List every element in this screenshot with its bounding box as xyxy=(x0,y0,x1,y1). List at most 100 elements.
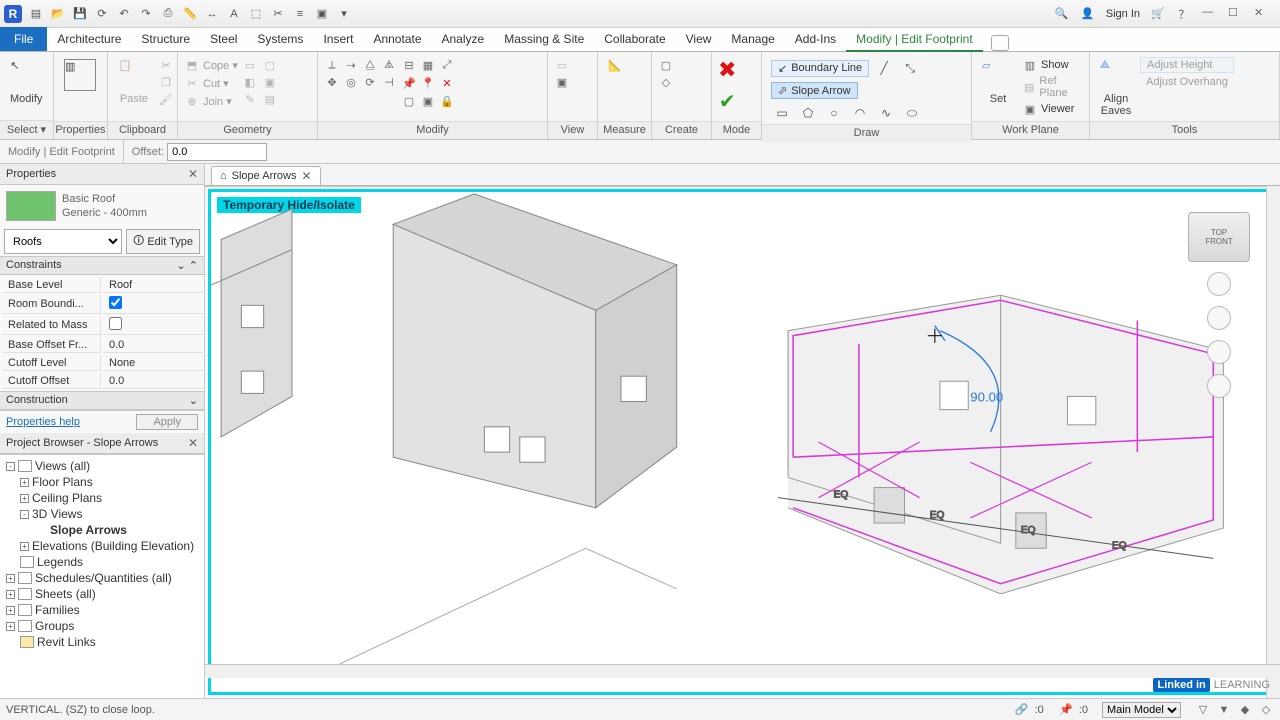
split-icon[interactable]: ⊟ xyxy=(401,57,417,73)
expand-icon[interactable]: - xyxy=(6,462,15,471)
align-eaves-button[interactable]: ⟁Align Eaves xyxy=(1096,57,1136,119)
properties-title-bar[interactable]: Properties ✕ xyxy=(0,164,204,185)
circle-tool-icon[interactable]: ○ xyxy=(823,103,845,123)
redo-icon[interactable]: ↷ xyxy=(138,6,154,22)
move-icon[interactable]: ✥ xyxy=(324,74,340,90)
tab-massing[interactable]: Massing & Site xyxy=(494,27,594,51)
offset-icon[interactable]: ⇢ xyxy=(343,57,359,73)
maximize-icon[interactable]: ☐ xyxy=(1228,6,1244,22)
measure-button[interactable]: 📐 xyxy=(604,57,644,93)
browser-close-icon[interactable]: ✕ xyxy=(188,436,198,450)
delete-icon[interactable]: ✕ xyxy=(439,75,455,91)
measure-icon[interactable]: 📏 xyxy=(182,6,198,22)
tab-systems[interactable]: Systems xyxy=(247,27,313,51)
table-row[interactable]: Cutoff LevelNone xyxy=(2,355,202,371)
align-icon[interactable]: ⟂ xyxy=(324,57,340,73)
trim-icon[interactable]: ⊣ xyxy=(381,74,397,90)
vertical-scrollbar[interactable] xyxy=(1266,186,1280,698)
tree-item[interactable]: +Families xyxy=(2,602,202,618)
related-mass-check[interactable] xyxy=(109,317,122,330)
poly-tool-icon[interactable]: ⬠ xyxy=(797,103,819,123)
construction-group[interactable]: Construction⌄ xyxy=(0,391,204,410)
tree-item[interactable]: +Schedules/Quantities (all) xyxy=(2,570,202,586)
tab-annotate[interactable]: Annotate xyxy=(363,27,431,51)
sync-icon[interactable]: ⟳ xyxy=(94,6,110,22)
array-icon[interactable]: ▦ xyxy=(420,57,436,73)
dim-icon[interactable]: ↔ xyxy=(204,6,220,22)
create1-icon[interactable]: ▢ xyxy=(658,57,674,73)
app-store-icon[interactable]: 🛒 xyxy=(1150,6,1166,22)
rotate-icon[interactable]: ⟳ xyxy=(362,74,378,90)
section-icon[interactable]: ✂ xyxy=(270,6,286,22)
viewer-button[interactable]: ▣Viewer xyxy=(1022,101,1083,117)
expand-icon[interactable]: + xyxy=(20,478,29,487)
expand-icon[interactable]: + xyxy=(20,542,29,551)
orbit-icon[interactable] xyxy=(1207,374,1231,398)
lock-icon[interactable]: 🔒 xyxy=(439,93,455,109)
expand-icon[interactable]: + xyxy=(6,622,15,631)
copy-icon[interactable]: ◎ xyxy=(343,74,359,90)
save-icon[interactable]: 💾 xyxy=(72,6,88,22)
steering-wheel-icon[interactable] xyxy=(1207,272,1231,296)
pick-lines-icon[interactable]: ⤡ xyxy=(899,58,921,78)
print-icon[interactable]: ⎙ xyxy=(160,6,176,22)
arc-tool-icon[interactable]: ◠ xyxy=(849,103,871,123)
tab-architecture[interactable]: Architecture xyxy=(47,27,131,51)
select-pin-icon[interactable]: 📌 xyxy=(1058,702,1074,718)
expand-icon[interactable]: + xyxy=(6,590,15,599)
finish-mode-icon[interactable]: ✔ xyxy=(719,89,736,114)
view-tab-slope-arrows[interactable]: ⌂ Slope Arrows ✕ xyxy=(211,166,321,185)
apply-button[interactable]: Apply xyxy=(136,414,198,430)
close-icon[interactable]: ✕ xyxy=(1254,6,1270,22)
tab-insert[interactable]: Insert xyxy=(313,27,363,51)
tab-analyze[interactable]: Analyze xyxy=(432,27,495,51)
unpin-icon[interactable]: 📍 xyxy=(420,75,436,91)
doc-icon[interactable]: ▤ xyxy=(28,6,44,22)
file-tab[interactable]: File xyxy=(0,27,47,51)
text-icon[interactable]: A xyxy=(226,6,242,22)
3d-icon[interactable]: ⬚ xyxy=(248,6,264,22)
modify-tool[interactable]: ↖Modify xyxy=(6,57,46,107)
tree-item[interactable]: -Views (all) xyxy=(2,458,202,474)
main-model-dropdown[interactable]: Main Model xyxy=(1102,702,1181,718)
search-icon[interactable]: 🔍 xyxy=(1054,6,1070,22)
switch-window-icon[interactable]: ▾ xyxy=(336,6,352,22)
expand-icon[interactable]: + xyxy=(6,574,15,583)
tree-item[interactable]: Slope Arrows xyxy=(2,522,202,538)
ellipse-tool-icon[interactable]: ⬭ xyxy=(901,103,923,123)
tree-item[interactable]: +Sheets (all) xyxy=(2,586,202,602)
offset-input[interactable] xyxy=(167,143,267,161)
tree-item[interactable]: Revit Links xyxy=(2,634,202,650)
user-icon[interactable]: 👤 xyxy=(1080,6,1096,22)
room-bounding-check[interactable] xyxy=(109,296,122,309)
tree-item[interactable]: +Elevations (Building Elevation) xyxy=(2,538,202,554)
thin-lines-icon[interactable]: ≡ xyxy=(292,6,308,22)
boundary-line-button[interactable]: ↙Boundary Line xyxy=(771,60,869,77)
horizontal-scrollbar[interactable] xyxy=(205,664,1280,678)
filter-icon[interactable]: ▽ xyxy=(1195,702,1211,718)
filter4-icon[interactable]: ◇ xyxy=(1258,702,1274,718)
ribbon-state-icon[interactable] xyxy=(991,35,1009,51)
open-icon[interactable]: 📂 xyxy=(50,6,66,22)
edit-type-button[interactable]: 🛈Edit Type xyxy=(126,229,200,254)
project-browser[interactable]: -Views (all)+Floor Plans+Ceiling Plans-3… xyxy=(0,454,204,698)
drawing-canvas[interactable]: 90.00 EQ EQ EQ EQ xyxy=(211,192,1274,692)
help-icon[interactable]: ？ xyxy=(1176,6,1192,22)
close-hidden-icon[interactable]: ▣ xyxy=(314,6,330,22)
set-workplane-button[interactable]: ▱Set xyxy=(978,57,1018,107)
line-tool-icon[interactable]: ╱ xyxy=(873,58,895,78)
create2-icon[interactable]: ◇ xyxy=(658,74,674,90)
filter3-icon[interactable]: ◆ xyxy=(1237,702,1253,718)
pin-icon[interactable]: 📌 xyxy=(401,75,417,91)
properties-close-icon[interactable]: ✕ xyxy=(188,167,198,181)
slope-arrow-button[interactable]: ⬀Slope Arrow xyxy=(771,82,858,99)
expand-icon[interactable]: - xyxy=(20,510,29,519)
tab-modify-edit-footprint[interactable]: Modify | Edit Footprint xyxy=(846,27,983,51)
table-row[interactable]: Base Offset Fr...0.0 xyxy=(2,337,202,353)
expand-icon[interactable]: + xyxy=(6,606,15,615)
ungroup-icon[interactable]: ▣ xyxy=(420,93,436,109)
expand-icon[interactable]: + xyxy=(20,494,29,503)
tree-item[interactable]: -3D Views xyxy=(2,506,202,522)
undo-icon[interactable]: ↶ xyxy=(116,6,132,22)
panel-select-title[interactable]: Select ▾ xyxy=(0,120,53,139)
